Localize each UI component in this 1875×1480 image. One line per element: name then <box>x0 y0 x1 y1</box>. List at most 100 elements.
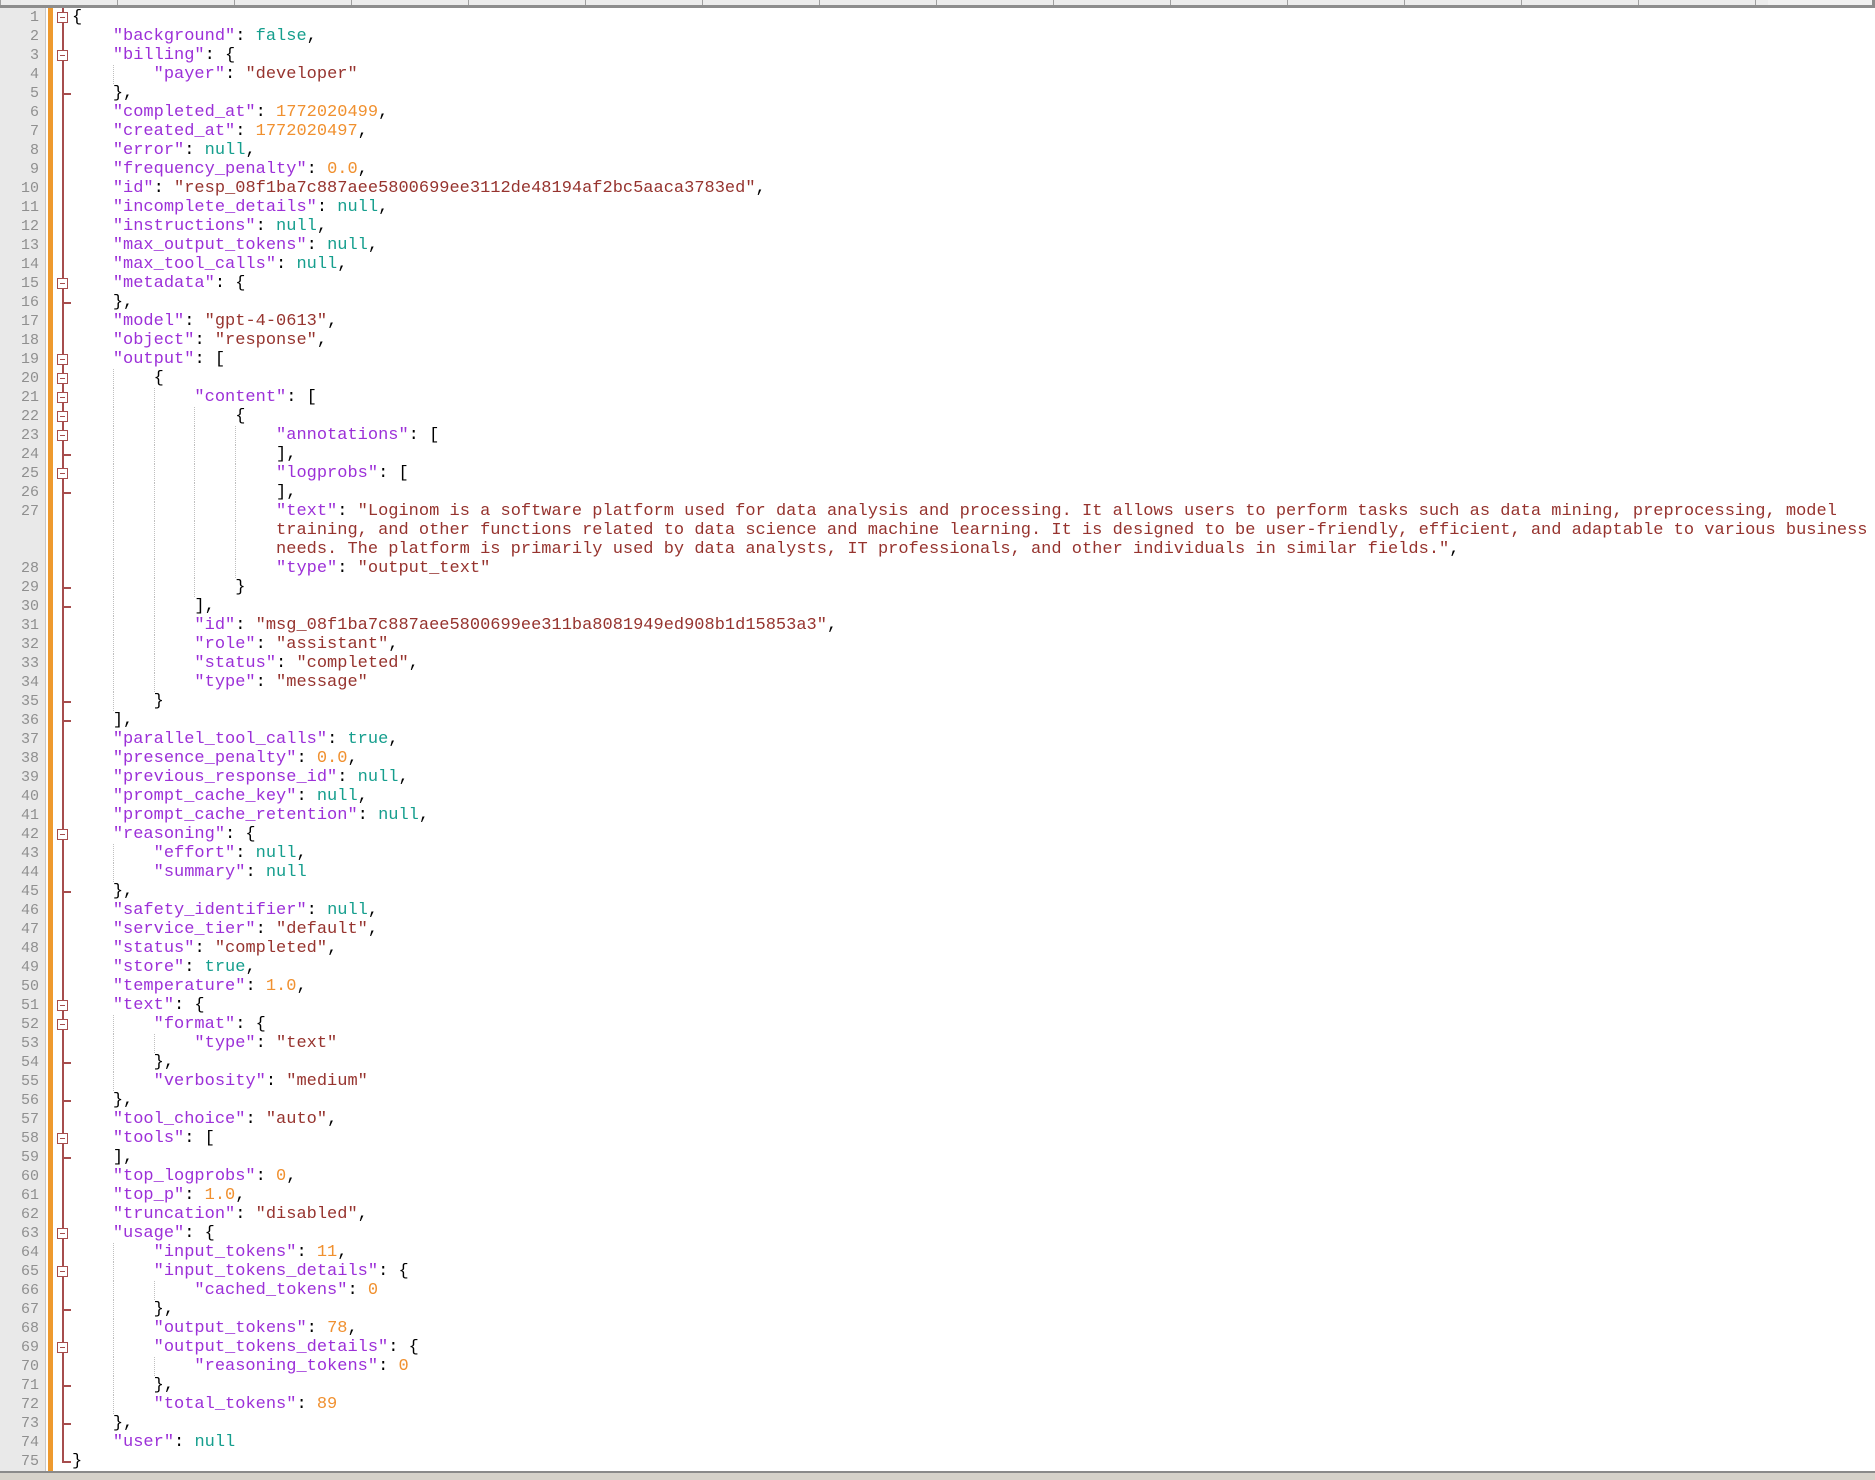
code-text[interactable]: "service_tier": "default", <box>72 920 1875 939</box>
code-text[interactable]: "instructions": null, <box>72 217 1875 236</box>
code-line[interactable]: 47 "service_tier": "default", <box>0 920 1875 939</box>
code-text[interactable]: "total_tokens": 89 <box>72 1395 1875 1414</box>
code-text[interactable]: "metadata": { <box>72 274 1875 293</box>
code-text[interactable]: ], <box>72 483 1875 502</box>
code-line[interactable]: 32 "role": "assistant", <box>0 635 1875 654</box>
code-text[interactable]: "billing": { <box>72 46 1875 65</box>
line-number[interactable]: 51 <box>0 996 46 1015</box>
code-line[interactable]: 63 "usage": { <box>0 1224 1875 1243</box>
code-line[interactable]: 7 "created_at": 1772020497, <box>0 122 1875 141</box>
code-line[interactable]: 50 "temperature": 1.0, <box>0 977 1875 996</box>
line-number[interactable]: 11 <box>0 198 46 217</box>
code-text[interactable]: "prompt_cache_key": null, <box>72 787 1875 806</box>
line-number[interactable]: 28 <box>0 559 46 578</box>
code-text[interactable]: "cached_tokens": 0 <box>72 1281 1875 1300</box>
code-line[interactable]: 71 }, <box>0 1376 1875 1395</box>
code-line[interactable]: needs. The platform is primarily used by… <box>0 540 1875 559</box>
code-text[interactable]: "text": { <box>72 996 1875 1015</box>
code-line[interactable]: 13 "max_output_tokens": null, <box>0 236 1875 255</box>
code-line[interactable]: 28 "type": "output_text" <box>0 559 1875 578</box>
code-text[interactable]: }, <box>72 1414 1875 1433</box>
code-text[interactable]: "input_tokens_details": { <box>72 1262 1875 1281</box>
line-number[interactable]: 16 <box>0 293 46 312</box>
code-line[interactable]: 54 }, <box>0 1053 1875 1072</box>
line-number[interactable]: 21 <box>0 388 46 407</box>
code-text[interactable]: "error": null, <box>72 141 1875 160</box>
line-number[interactable]: 68 <box>0 1319 46 1338</box>
code-text[interactable]: needs. The platform is primarily used by… <box>72 540 1875 559</box>
code-text[interactable]: "role": "assistant", <box>72 635 1875 654</box>
line-number[interactable]: 64 <box>0 1243 46 1262</box>
line-number[interactable]: 74 <box>0 1433 46 1452</box>
line-number[interactable]: 67 <box>0 1300 46 1319</box>
line-number[interactable]: 72 <box>0 1395 46 1414</box>
code-line[interactable]: 8 "error": null, <box>0 141 1875 160</box>
code-text[interactable]: "max_output_tokens": null, <box>72 236 1875 255</box>
line-number[interactable]: 36 <box>0 711 46 730</box>
code-text[interactable]: "model": "gpt-4-0613", <box>72 312 1875 331</box>
code-text[interactable]: "output_tokens": 78, <box>72 1319 1875 1338</box>
code-line[interactable]: 12 "instructions": null, <box>0 217 1875 236</box>
code-text[interactable]: "truncation": "disabled", <box>72 1205 1875 1224</box>
line-number[interactable]: 23 <box>0 426 46 445</box>
line-number[interactable]: 25 <box>0 464 46 483</box>
code-text[interactable]: "parallel_tool_calls": true, <box>72 730 1875 749</box>
code-text[interactable]: "summary": null <box>72 863 1875 882</box>
line-number[interactable]: 55 <box>0 1072 46 1091</box>
code-line[interactable]: 3 "billing": { <box>0 46 1875 65</box>
code-line[interactable]: 36 ], <box>0 711 1875 730</box>
code-text[interactable]: "text": "Loginom is a software platform … <box>72 502 1875 521</box>
line-number[interactable]: 58 <box>0 1129 46 1148</box>
line-number[interactable]: 24 <box>0 445 46 464</box>
line-number[interactable]: 57 <box>0 1110 46 1129</box>
code-line[interactable]: 4 "payer": "developer" <box>0 65 1875 84</box>
line-number[interactable]: 8 <box>0 141 46 160</box>
code-line[interactable]: 15 "metadata": { <box>0 274 1875 293</box>
fold-collapse-icon[interactable] <box>54 1224 72 1243</box>
code-line[interactable]: 73 }, <box>0 1414 1875 1433</box>
code-text[interactable]: "tools": [ <box>72 1129 1875 1148</box>
code-line[interactable]: 45 }, <box>0 882 1875 901</box>
code-line[interactable]: 26 ], <box>0 483 1875 502</box>
code-text[interactable]: "object": "response", <box>72 331 1875 350</box>
line-number[interactable]: 53 <box>0 1034 46 1053</box>
code-text[interactable]: "effort": null, <box>72 844 1875 863</box>
fold-collapse-icon[interactable] <box>54 388 72 407</box>
fold-collapse-icon[interactable] <box>54 464 72 483</box>
code-line[interactable]: 23 "annotations": [ <box>0 426 1875 445</box>
code-text[interactable]: "type": "output_text" <box>72 559 1875 578</box>
line-number[interactable]: 33 <box>0 654 46 673</box>
code-line[interactable]: 39 "previous_response_id": null, <box>0 768 1875 787</box>
line-number[interactable] <box>0 521 46 540</box>
code-line[interactable]: 70 "reasoning_tokens": 0 <box>0 1357 1875 1376</box>
line-number[interactable]: 6 <box>0 103 46 122</box>
code-line[interactable]: 65 "input_tokens_details": { <box>0 1262 1875 1281</box>
line-number[interactable]: 18 <box>0 331 46 350</box>
code-line[interactable]: 25 "logprobs": [ <box>0 464 1875 483</box>
code-line[interactable]: 24 ], <box>0 445 1875 464</box>
code-line[interactable]: 60 "top_logprobs": 0, <box>0 1167 1875 1186</box>
code-text[interactable]: "created_at": 1772020497, <box>72 122 1875 141</box>
code-line[interactable]: 64 "input_tokens": 11, <box>0 1243 1875 1262</box>
code-text[interactable]: "verbosity": "medium" <box>72 1072 1875 1091</box>
code-text[interactable]: }, <box>72 293 1875 312</box>
line-number[interactable]: 62 <box>0 1205 46 1224</box>
code-text[interactable]: } <box>72 692 1875 711</box>
code-text[interactable]: "id": "msg_08f1ba7c887aee5800699ee311ba8… <box>72 616 1875 635</box>
code-text[interactable]: }, <box>72 1091 1875 1110</box>
fold-collapse-icon[interactable] <box>54 407 72 426</box>
code-line[interactable]: 38 "presence_penalty": 0.0, <box>0 749 1875 768</box>
code-text[interactable]: } <box>72 1452 1875 1471</box>
line-number[interactable]: 60 <box>0 1167 46 1186</box>
code-text[interactable]: { <box>72 8 1875 27</box>
line-number[interactable]: 47 <box>0 920 46 939</box>
code-text[interactable]: "frequency_penalty": 0.0, <box>72 160 1875 179</box>
line-number[interactable]: 27 <box>0 502 46 521</box>
line-number[interactable]: 20 <box>0 369 46 388</box>
code-text[interactable]: "temperature": 1.0, <box>72 977 1875 996</box>
code-text[interactable]: "store": true, <box>72 958 1875 977</box>
code-text[interactable]: }, <box>72 84 1875 103</box>
code-text[interactable]: "status": "completed", <box>72 939 1875 958</box>
code-text[interactable]: "incomplete_details": null, <box>72 198 1875 217</box>
code-text[interactable]: "output": [ <box>72 350 1875 369</box>
